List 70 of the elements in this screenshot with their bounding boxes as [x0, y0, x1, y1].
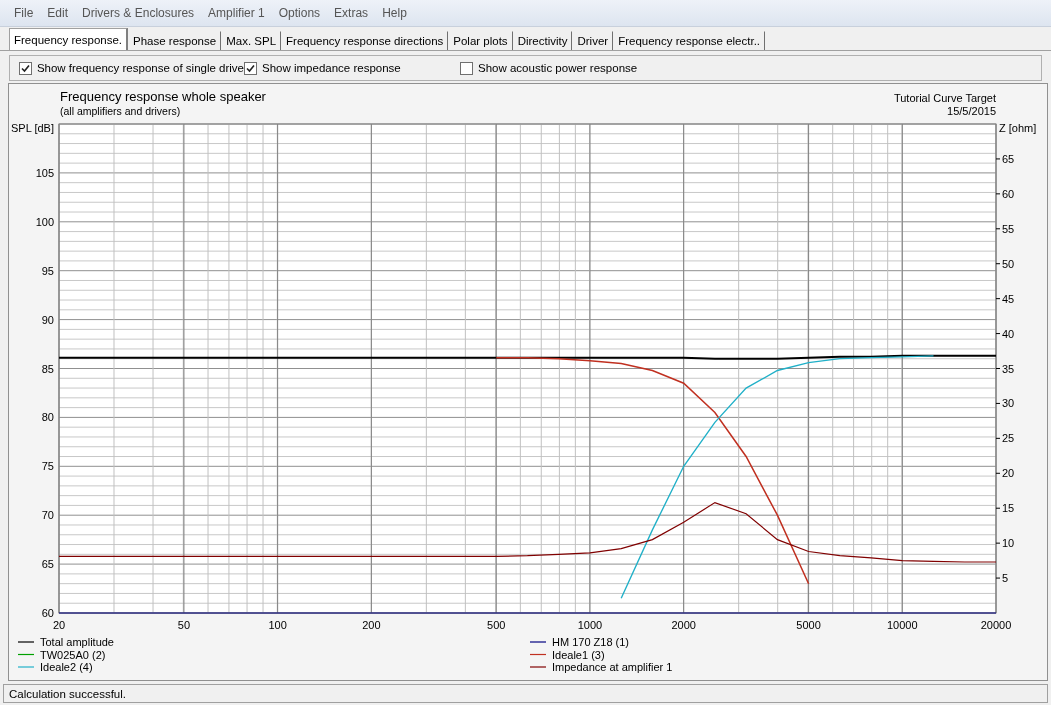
- tick-label: 65: [995, 152, 1015, 165]
- tick-label: 75: [41, 460, 54, 473]
- tick-label: 80: [41, 411, 54, 424]
- menu-item[interactable]: Edit: [41, 4, 75, 22]
- tick-label: 90: [41, 313, 54, 326]
- y2-tick-label: 55: [1002, 222, 1015, 235]
- tick-label: 100: [268, 619, 287, 631]
- y2-tick-label: 15: [1002, 502, 1015, 515]
- tick-label: 20: [995, 467, 1015, 480]
- y2-tick-label: 65: [1002, 152, 1015, 165]
- legend-label: TW025A0 (2): [40, 648, 106, 661]
- y2-tick-label: 10: [1002, 537, 1015, 550]
- tab[interactable]: Frequency response.: [9, 28, 129, 50]
- chart-title: Frequency response whole speaker: [60, 89, 266, 104]
- legend-label: Ideale2 (4): [40, 661, 93, 673]
- tick-label: 100: [35, 215, 54, 228]
- y2-tick-label: 45: [1002, 292, 1015, 305]
- tick-label: 50: [177, 619, 191, 631]
- menu-item[interactable]: Extras: [328, 4, 375, 22]
- legend-label: Impedance at amplifier 1: [552, 661, 673, 673]
- tick-label: 60: [41, 607, 54, 619]
- axis-label: SPL [dB]: [11, 122, 54, 134]
- menu-item[interactable]: File: [8, 4, 40, 22]
- y2-tick-label: 5: [1002, 572, 1009, 585]
- tick-label: 70: [41, 509, 54, 522]
- checkbox-label: Show frequency response of single drive: [36, 62, 244, 74]
- y2-tick-label: 35: [1002, 362, 1015, 375]
- legend-label: Total amplitude: [40, 636, 114, 648]
- tick-label: 10: [995, 537, 1015, 550]
- y2-tick-label: 20: [1002, 467, 1015, 480]
- menu-item[interactable]: Help: [376, 4, 413, 22]
- tick-label: 105: [35, 166, 54, 179]
- tick-label: 200: [362, 619, 381, 631]
- tick-label: 95: [41, 264, 54, 277]
- tick-label: 50: [995, 257, 1015, 270]
- menu-item[interactable]: Drivers & Enclosures: [76, 4, 201, 22]
- y2-tick-label: 25: [1002, 432, 1015, 445]
- menu-item[interactable]: Amplifier 1: [202, 4, 271, 22]
- tick-label: 35: [995, 362, 1015, 375]
- chart-note: Tutorial Curve Target: [893, 92, 996, 104]
- tick-label: 55: [995, 222, 1015, 235]
- tick-label: 15: [995, 502, 1015, 515]
- status-text: Calculation successful.: [3, 684, 1048, 703]
- y2-tick-label: 60: [1002, 187, 1015, 200]
- tick-label: 20000: [980, 619, 1012, 631]
- tick-label: 45: [995, 292, 1015, 305]
- tick-label: 20: [52, 619, 66, 631]
- tick-label: 85: [41, 362, 54, 375]
- tick-label: 25: [995, 432, 1015, 445]
- tick-label: 5000: [796, 619, 821, 631]
- tick-label: 2000: [671, 619, 696, 631]
- tick-label: 10000: [887, 619, 918, 631]
- y2-tick-label: 30: [1002, 397, 1015, 410]
- tick-label: 1000: [577, 619, 603, 631]
- checkbox-label: Show acoustic power response: [478, 62, 638, 74]
- y2-tick-label: 50: [1002, 257, 1015, 270]
- checkbox-label: Show impedance response: [262, 62, 401, 74]
- tick-label: 65: [41, 558, 54, 571]
- chart-subtitle: (all amplifiers and drivers): [60, 105, 181, 117]
- chart-date: 15/5/2015: [947, 105, 996, 117]
- tick-label: 30: [995, 397, 1015, 410]
- tick-label: 60: [995, 187, 1015, 200]
- tick-label: 40: [995, 327, 1015, 340]
- axis-label: Z [ohm]: [999, 122, 1037, 134]
- menu-item[interactable]: Options: [272, 4, 327, 22]
- tick-label: 500: [487, 619, 506, 631]
- legend-label: Ideale1 (3): [552, 648, 605, 661]
- y2-tick-label: 40: [1002, 327, 1015, 340]
- tick-label: 5: [995, 572, 1009, 585]
- legend-label: HM 170 Z18 (1): [552, 636, 630, 648]
